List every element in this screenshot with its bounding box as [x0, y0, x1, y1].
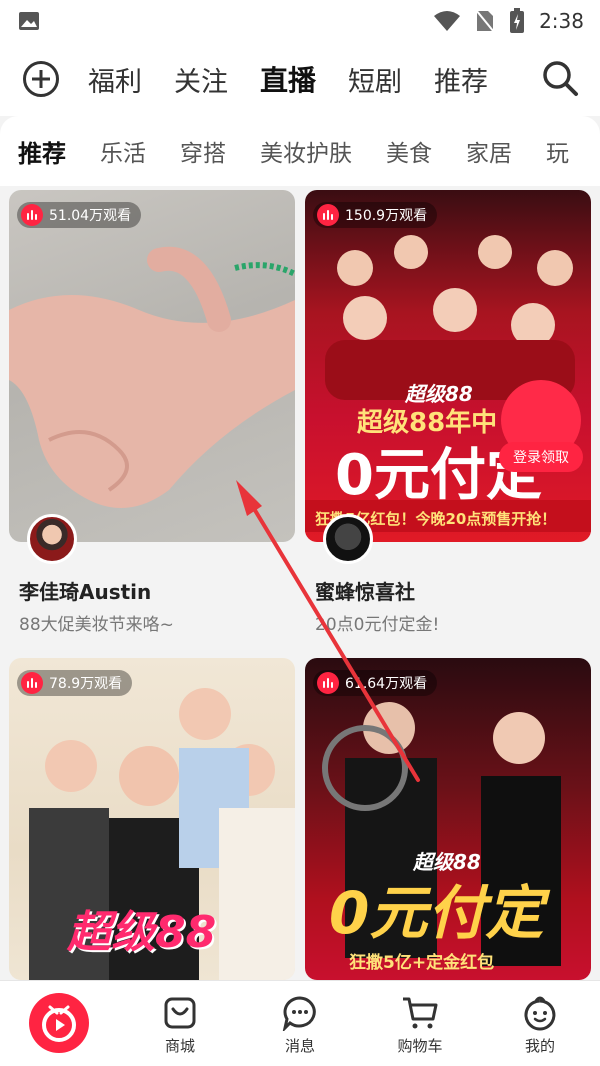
view-count-badge: 78.9万观看 [17, 670, 133, 696]
live-bars-icon [21, 672, 43, 694]
category-recommend[interactable]: 推荐 [18, 134, 66, 169]
category-play[interactable]: 玩 [546, 134, 569, 168]
nav-cart[interactable]: 购物车 [360, 981, 480, 1066]
tab-fuli[interactable]: 福利 [88, 60, 142, 99]
stream-description: 88大促美妆节来咯~ [19, 615, 174, 635]
live-thumbnail[interactable]: 78.9万观看 超级88 [9, 658, 295, 980]
category-home[interactable]: 家居 [466, 134, 512, 168]
promo-headline: 0元付定 [329, 879, 544, 947]
nav-shop[interactable]: 商城 [120, 981, 240, 1066]
hand-image [9, 246, 295, 508]
streamer-name: 李佳琦Austin [19, 580, 152, 604]
tab-live[interactable]: 直播 [260, 59, 316, 99]
live-bars-icon [317, 204, 339, 226]
image-notification-icon [19, 12, 39, 30]
live-thumbnail[interactable]: 61.64万观看 超级88 0元付定 狂撒5亿+定金红包 [305, 658, 591, 980]
battery-icon [510, 8, 525, 33]
search-icon[interactable] [540, 58, 580, 98]
cart-icon [403, 997, 438, 1029]
stream-description: 20点0元付定金! [315, 615, 440, 635]
live-card[interactable]: 51.04万观看 李佳琦Austin 88大促美妆节来咯~ [9, 190, 295, 640]
message-icon [282, 996, 316, 1031]
wifi-icon [434, 11, 461, 31]
avatar[interactable] [323, 514, 373, 564]
view-count-badge: 51.04万观看 [17, 202, 142, 228]
nav-profile[interactable]: 我的 [480, 981, 600, 1066]
category-bar: 推荐 乐活 穿搭 美妆护肤 美食 家居 玩 [0, 116, 600, 186]
live-card[interactable]: 78.9万观看 超级88 [9, 658, 295, 980]
top-tabs: 福利 关注 直播 短剧 推荐 [88, 42, 528, 116]
category-lehuo[interactable]: 乐活 [100, 134, 146, 168]
live-card[interactable]: 61.64万观看 超级88 0元付定 狂撒5亿+定金红包 [305, 658, 591, 980]
bottom-navigation: 商城 消息 购物车 我的 [0, 980, 600, 1066]
category-beauty[interactable]: 美妆护肤 [260, 134, 352, 168]
tab-follow[interactable]: 关注 [174, 60, 228, 99]
shop-bag-icon [164, 997, 196, 1029]
tab-recommend[interactable]: 推荐 [434, 60, 488, 99]
add-icon[interactable] [22, 60, 60, 98]
status-bar: 2:38 [0, 0, 600, 42]
tab-short-drama[interactable]: 短剧 [348, 60, 402, 99]
streamer-name: 蜜蜂惊喜社 [315, 580, 415, 604]
live-bars-icon [21, 204, 43, 226]
live-card[interactable]: 150.9万观看 超级88 超级88年中 0元付定 狂撒5亿红包！今晚20点预售… [305, 190, 591, 640]
view-count-badge: 150.9万观看 [313, 202, 438, 228]
live-bars-icon [317, 672, 339, 694]
no-sim-icon [475, 9, 495, 33]
clock: 2:38 [539, 9, 584, 33]
play-tv-icon [42, 1005, 76, 1042]
category-food[interactable]: 美食 [386, 134, 432, 168]
red-packet-button[interactable]: 登录领取 [499, 442, 583, 472]
promo-headline: 超级88 [67, 907, 217, 958]
category-outfit[interactable]: 穿搭 [180, 134, 226, 168]
live-home-button[interactable] [29, 993, 89, 1053]
top-navigation: 福利 关注 直播 短剧 推荐 [0, 42, 600, 116]
live-thumbnail[interactable]: 150.9万观看 超级88 超级88年中 0元付定 狂撒5亿红包！今晚20点预售… [305, 190, 591, 542]
live-feed: 51.04万观看 李佳琦Austin 88大促美妆节来咯~ 150.9万观看 超… [0, 186, 600, 980]
profile-face-icon [524, 996, 556, 1031]
promo-strip: 狂撒5亿+定金红包 [349, 953, 495, 973]
nav-messages[interactable]: 消息 [240, 981, 360, 1066]
view-count-badge: 61.64万观看 [313, 670, 438, 696]
avatar[interactable] [27, 514, 77, 564]
live-thumbnail[interactable]: 51.04万观看 [9, 190, 295, 542]
